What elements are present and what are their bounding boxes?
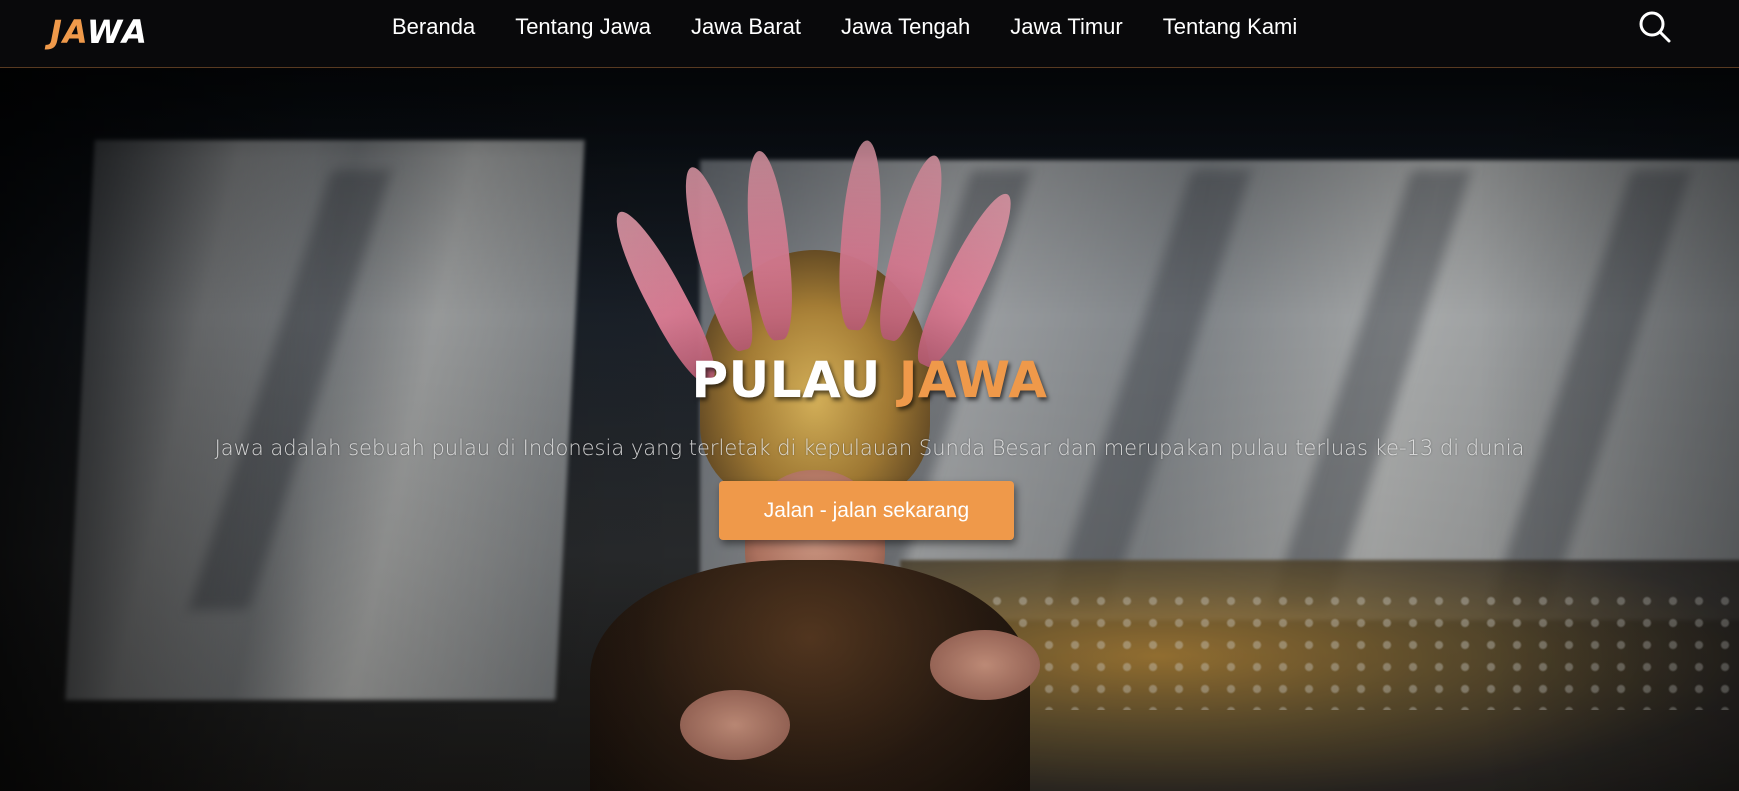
main-nav: Beranda Tentang Jawa Jawa Barat Jawa Ten… — [392, 12, 1337, 42]
hero-subtitle: Jawa adalah sebuah pulau di Indonesia ya… — [214, 436, 1525, 460]
nav-item-tentang-jawa[interactable]: Tentang Jawa — [515, 12, 651, 42]
nav-item-beranda[interactable]: Beranda — [392, 12, 475, 42]
logo-part-accent: JA — [50, 13, 87, 51]
site-logo[interactable]: JAWA — [50, 12, 148, 52]
nav-item-tentang-kami[interactable]: Tentang Kami — [1163, 12, 1298, 42]
nav-item-jawa-timur[interactable]: Jawa Timur — [1010, 12, 1122, 42]
search-icon[interactable] — [1638, 10, 1672, 44]
nav-item-jawa-barat[interactable]: Jawa Barat — [691, 12, 801, 42]
logo-part-white: WA — [86, 13, 148, 51]
hero-title-accent: JAWA — [898, 351, 1048, 409]
hero-title: PULAU JAWA — [0, 348, 1739, 412]
landing-page: JAWA Beranda Tentang Jawa Jawa Barat Jaw… — [0, 0, 1739, 791]
nav-item-jawa-tengah[interactable]: Jawa Tengah — [841, 12, 970, 42]
navbar: JAWA Beranda Tentang Jawa Jawa Barat Jaw… — [0, 0, 1739, 68]
cta-button[interactable]: Jalan - jalan sekarang — [719, 481, 1014, 540]
hero-title-white: PULAU — [691, 351, 899, 409]
